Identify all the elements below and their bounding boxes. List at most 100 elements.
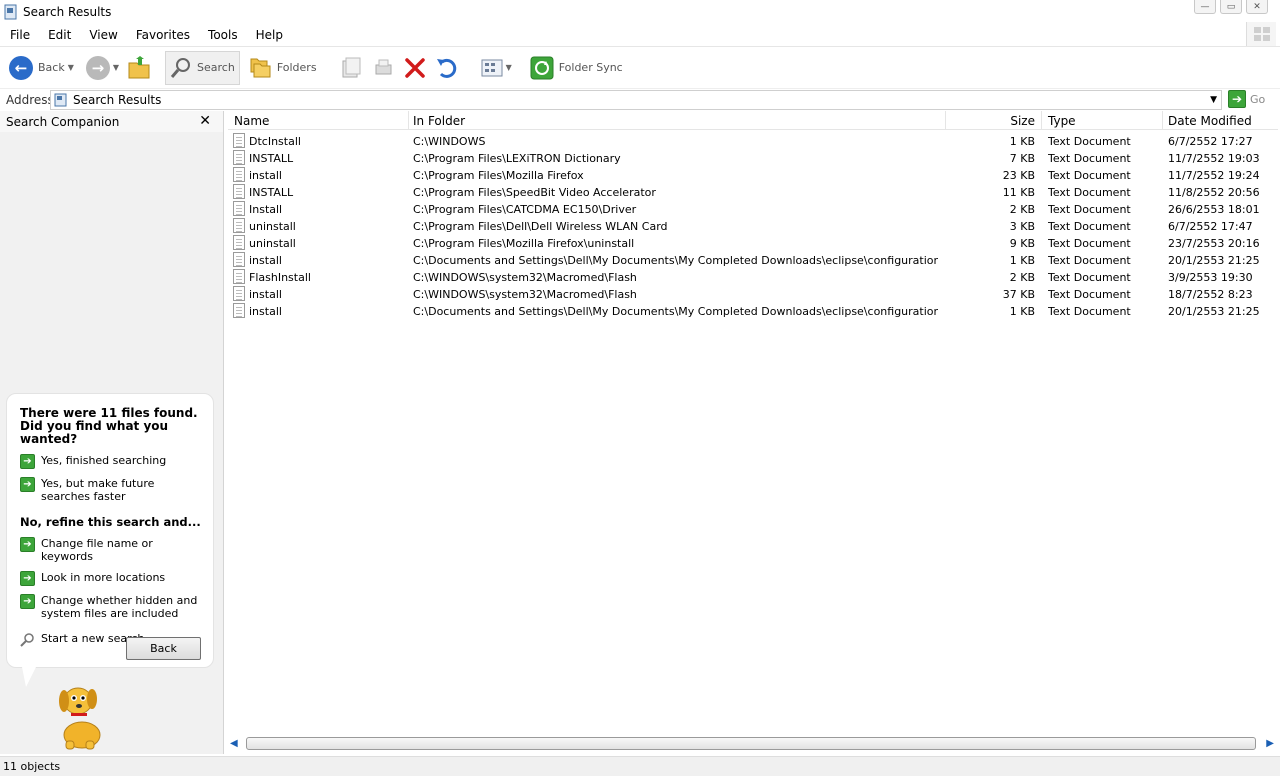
- table-row[interactable]: uninstall C:\Program Files\Dell\Dell Wire…: [228, 218, 1278, 235]
- table-row[interactable]: FlashInstall C:\WINDOWS\system32\Macromed…: [228, 269, 1278, 286]
- cell-date: 11/7/2552 19:24: [1168, 169, 1260, 182]
- column-date-modified[interactable]: Date Modified: [1168, 114, 1252, 128]
- cell-size: 3 KB: [1009, 220, 1035, 233]
- table-row[interactable]: install C:\Documents and Settings\Dell\My…: [228, 252, 1278, 269]
- undo-button[interactable]: [431, 51, 463, 85]
- search-button[interactable]: Search: [165, 50, 240, 85]
- forward-button[interactable]: → ▼: [82, 51, 123, 85]
- cell-size: 37 KB: [1002, 288, 1035, 301]
- option-hidden-files-label: Change whether hidden and system files a…: [41, 594, 198, 620]
- cell-name: FlashInstall: [249, 271, 311, 284]
- table-row[interactable]: install C:\Program Files\Mozilla Firefox 2…: [228, 167, 1278, 184]
- toolbar: ← Back ▼ → ▼ Search Folders ▼ Folder Syn…: [0, 46, 1280, 88]
- option-more-locations[interactable]: ➔ Look in more locations: [20, 571, 201, 586]
- cell-folder: C:\Program Files\SpeedBit Video Accelera…: [413, 186, 656, 199]
- option-change-name[interactable]: ➔ Change file name or keywords: [20, 537, 201, 563]
- cell-date: 26/6/2553 18:01: [1168, 203, 1260, 216]
- menu-edit[interactable]: Edit: [37, 28, 78, 42]
- go-arrow-icon: ➔: [1228, 90, 1246, 108]
- copy-to-icon: [375, 59, 392, 74]
- folder-sync-button[interactable]: Folder Sync: [526, 51, 627, 85]
- forward-arrow-icon: →: [85, 55, 110, 80]
- cell-type: Text Document: [1048, 186, 1131, 199]
- horizontal-scrollbar[interactable]: ◀ ▶: [228, 736, 1280, 753]
- companion-back-button[interactable]: Back: [126, 637, 201, 660]
- cell-size: 1 KB: [1009, 254, 1035, 267]
- cell-type: Text Document: [1048, 254, 1131, 267]
- cell-size: 1 KB: [1009, 305, 1035, 318]
- delete-button[interactable]: [399, 51, 431, 85]
- back-arrow-icon: ←: [9, 55, 33, 80]
- cell-size: 7 KB: [1009, 152, 1035, 165]
- column-name[interactable]: Name: [234, 114, 269, 128]
- copy-to-button[interactable]: [367, 51, 399, 85]
- folders-label: Folders: [276, 61, 317, 74]
- menu-favorites[interactable]: Favorites: [125, 28, 197, 42]
- option-yes-faster[interactable]: ➔ Yes, but make future searches faster: [20, 477, 201, 503]
- app-icon: [4, 4, 17, 20]
- text-file-icon: [233, 286, 245, 301]
- table-row[interactable]: Install C:\Program Files\CATCDMA EC150\Dr…: [228, 201, 1278, 218]
- cell-type: Text Document: [1048, 152, 1131, 165]
- cell-date: 6/7/2552 17:47: [1168, 220, 1253, 233]
- back-button[interactable]: ← Back ▼: [5, 51, 78, 85]
- move-to-button[interactable]: [335, 51, 367, 85]
- go-button[interactable]: ➔ Go: [1228, 90, 1265, 108]
- scroll-left-icon[interactable]: ◀: [230, 738, 238, 749]
- search-label: Search: [197, 61, 235, 74]
- table-row[interactable]: install C:\WINDOWS\system32\Macromed\Flas…: [228, 286, 1278, 303]
- column-in-folder[interactable]: In Folder: [413, 114, 465, 128]
- back-dropdown-icon[interactable]: ▼: [68, 63, 74, 72]
- table-row[interactable]: DtcInstall C:\WINDOWS 1 KB Text Document 6/7…: [228, 133, 1278, 150]
- scroll-right-icon[interactable]: ▶: [1266, 738, 1274, 749]
- table-row[interactable]: install C:\Documents and Settings\Dell\My…: [228, 303, 1278, 320]
- cell-folder: C:\WINDOWS\system32\Macromed\Flash: [413, 288, 637, 301]
- search-result-bubble: There were 11 files found. Did you find …: [6, 393, 214, 668]
- menu-help[interactable]: Help: [245, 28, 290, 42]
- menu-file[interactable]: File: [0, 28, 37, 42]
- cell-folder: C:\Program Files\LEXiTRON Dictionary: [413, 152, 621, 165]
- forward-dropdown-icon[interactable]: ▼: [113, 63, 119, 72]
- address-bar: Address Search Results ▼ ➔ Go: [0, 88, 1280, 110]
- table-row[interactable]: INSTALL C:\Program Files\LEXiTRON Diction…: [228, 150, 1278, 167]
- option-more-locations-label: Look in more locations: [41, 571, 166, 584]
- files-found-text: There were 11 files found. Did you find …: [20, 406, 198, 446]
- text-file-icon: [233, 303, 245, 318]
- cell-date: 11/8/2552 20:56: [1168, 186, 1260, 199]
- cell-name: INSTALL: [249, 186, 294, 199]
- cell-size: 1 KB: [1009, 135, 1035, 148]
- views-dropdown-icon[interactable]: ▼: [506, 63, 512, 72]
- column-size[interactable]: Size: [968, 114, 1035, 128]
- table-row[interactable]: uninstall C:\Program Files\Mozilla Firefo…: [228, 235, 1278, 252]
- close-pane-icon[interactable]: ✕: [199, 113, 211, 129]
- column-type[interactable]: Type: [1048, 114, 1076, 128]
- move-to-icon: [342, 57, 361, 77]
- back-label: Back: [38, 61, 65, 74]
- cell-name: uninstall: [249, 220, 296, 233]
- address-label: Address: [6, 92, 54, 107]
- magnifier-icon: [20, 633, 34, 647]
- maximize-button[interactable]: ▭: [1220, 0, 1242, 14]
- option-change-name-label: Change file name or keywords: [41, 537, 153, 563]
- option-hidden-files[interactable]: ➔ Change whether hidden and system files…: [20, 594, 201, 620]
- cell-type: Text Document: [1048, 305, 1131, 318]
- menu-tools[interactable]: Tools: [197, 28, 245, 42]
- views-button[interactable]: ▼: [477, 51, 516, 85]
- menu-view[interactable]: View: [78, 28, 124, 42]
- folder-sync-label: Folder Sync: [558, 61, 623, 74]
- address-input[interactable]: Search Results ▼: [50, 90, 1222, 110]
- address-dropdown-icon[interactable]: ▼: [1210, 95, 1217, 105]
- windows-logo-icon: [1246, 22, 1276, 46]
- results-list: Name In Folder Size Type Date Modified D…: [228, 111, 1280, 754]
- cell-type: Text Document: [1048, 135, 1131, 148]
- status-bar: 11 objects: [0, 756, 1280, 776]
- cell-folder: C:\WINDOWS: [413, 135, 486, 148]
- folders-button[interactable]: Folders: [244, 51, 321, 85]
- option-yes-finished[interactable]: ➔ Yes, finished searching: [20, 454, 201, 469]
- up-folder-button[interactable]: [123, 51, 157, 85]
- scrollbar-thumb[interactable]: [246, 737, 1256, 750]
- table-row[interactable]: INSTALL C:\Program Files\SpeedBit Video A…: [228, 184, 1278, 201]
- search-icon: [170, 57, 191, 78]
- close-button[interactable]: ✕: [1246, 0, 1268, 14]
- minimize-button[interactable]: —: [1194, 0, 1216, 14]
